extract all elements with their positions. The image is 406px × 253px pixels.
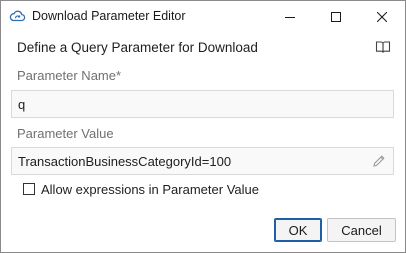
dialog-window: Download Parameter Editor Define a Query… [0,0,406,253]
allow-expressions-row[interactable]: Allow expressions in Parameter Value [23,180,259,198]
parameter-value-label: Parameter Value [17,126,114,141]
cancel-button[interactable]: Cancel [327,218,396,242]
minimize-button[interactable] [267,1,313,32]
minimize-icon [285,16,295,18]
pencil-icon[interactable] [372,154,386,168]
parameter-name-value: q [18,97,26,112]
maximize-icon [331,11,341,22]
ok-button[interactable]: OK [274,218,322,242]
window-title: Download Parameter Editor [32,9,186,23]
parameter-name-label: Parameter Name* [17,68,122,83]
cloud-refresh-icon [9,8,26,25]
title-bar[interactable]: Download Parameter Editor [1,1,405,32]
allow-expressions-label: Allow expressions in Parameter Value [41,181,259,197]
parameter-name-field[interactable]: q [11,90,394,118]
book-icon[interactable] [375,39,391,55]
close-button[interactable] [359,1,405,32]
parameter-value-value: TransactionBusinessCategoryId=100 [18,154,232,169]
parameter-value-field[interactable]: TransactionBusinessCategoryId=100 [11,147,394,175]
dialog-heading: Define a Query Parameter for Download [17,40,258,55]
dialog-content: Define a Query Parameter for Download Pa… [1,32,405,252]
allow-expressions-checkbox[interactable] [23,183,35,195]
maximize-button[interactable] [313,1,359,32]
close-icon [377,11,387,22]
